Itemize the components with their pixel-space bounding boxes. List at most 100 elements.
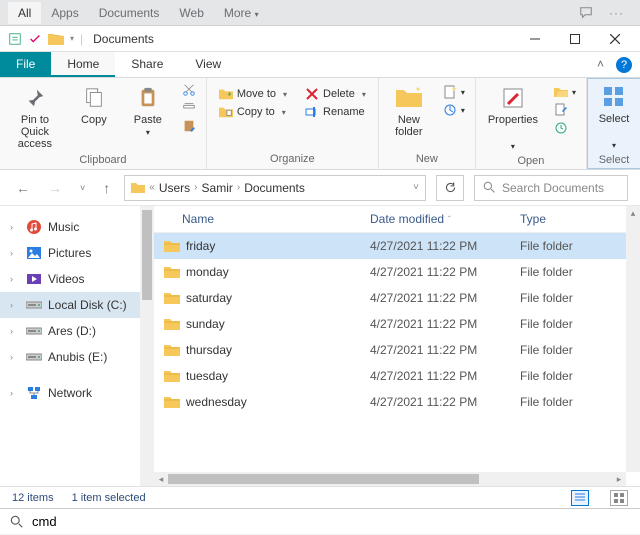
file-row[interactable]: saturday4/27/2021 11:22 PMFile folder	[154, 285, 640, 311]
expand-icon[interactable]: ›	[10, 274, 20, 284]
search-icon	[483, 181, 496, 194]
file-row[interactable]: tuesday4/27/2021 11:22 PMFile folder	[154, 363, 640, 389]
search-icon	[10, 515, 24, 529]
ribbon-collapse[interactable]: ˄	[589, 52, 612, 77]
content-area: ›Music›Pictures›Videos›Local Disk (C:)›A…	[0, 206, 640, 486]
up-button[interactable]: ↑	[99, 178, 114, 198]
sidebar-item[interactable]: ›Pictures	[0, 240, 154, 266]
scope-tab-all[interactable]: All	[8, 2, 41, 24]
search-input[interactable]	[32, 514, 630, 529]
file-row[interactable]: thursday4/27/2021 11:22 PMFile folder	[154, 337, 640, 363]
rename-button[interactable]: Rename	[301, 104, 370, 120]
expand-icon[interactable]: ›	[10, 352, 20, 362]
paste-button[interactable]: Paste▾	[124, 82, 172, 139]
breadcrumb-item[interactable]: Documents	[244, 181, 305, 195]
ribbon-tab-home[interactable]: Home	[51, 52, 115, 77]
file-hscrollbar[interactable]: ◂▸	[154, 472, 626, 486]
file-name: sunday	[186, 317, 370, 331]
minimize-button[interactable]	[518, 30, 552, 48]
copy-to-icon	[219, 105, 233, 119]
file-row[interactable]: sunday4/27/2021 11:22 PMFile folder	[154, 311, 640, 337]
qat-dropdown[interactable]: ▾	[70, 34, 74, 43]
file-type: File folder	[520, 239, 630, 253]
file-row[interactable]: wednesday4/27/2021 11:22 PMFile folder	[154, 389, 640, 415]
breadcrumb-item[interactable]: Samir	[202, 181, 233, 195]
open-button[interactable]: ▾	[550, 84, 580, 100]
thumbnails-view-button[interactable]	[610, 490, 628, 506]
expand-icon[interactable]: ›	[10, 388, 20, 398]
sidebar-scrollbar[interactable]	[140, 206, 154, 486]
scope-tab-more[interactable]: More ▾	[214, 2, 269, 24]
address-bar[interactable]: « Users › Samir › Documents ˅	[124, 175, 426, 201]
folder-icon	[164, 396, 182, 409]
help-button[interactable]: ?	[616, 57, 632, 73]
sidebar-item[interactable]: ›Network	[0, 380, 154, 406]
file-date: 4/27/2021 11:22 PM	[370, 317, 520, 331]
address-dropdown[interactable]: ˅	[413, 182, 419, 193]
scope-tab-documents[interactable]: Documents	[89, 2, 170, 24]
refresh-button[interactable]	[436, 175, 464, 201]
history-button[interactable]	[550, 120, 580, 136]
pin-to-quick-access-button[interactable]: Pin to Quick access	[6, 82, 64, 152]
ribbon-tab-file[interactable]: File	[0, 52, 51, 77]
details-view-button[interactable]	[571, 490, 589, 506]
overflow-menu[interactable]: ···	[601, 6, 632, 20]
music-icon	[26, 219, 42, 235]
easy-access-button[interactable]: ▾	[439, 102, 469, 118]
search-box[interactable]: Search Documents	[474, 175, 628, 201]
select-icon	[600, 83, 628, 111]
select-button[interactable]: Select▾	[590, 81, 638, 152]
new-folder-icon	[395, 84, 423, 112]
forward-button[interactable]: →	[44, 178, 66, 198]
file-row[interactable]: monday4/27/2021 11:22 PMFile folder	[154, 259, 640, 285]
file-type: File folder	[520, 369, 630, 383]
column-header-type[interactable]: Type	[520, 212, 630, 226]
properties-button[interactable]: Properties▾	[482, 82, 544, 153]
breadcrumb-item[interactable]: Users	[159, 181, 190, 195]
sidebar-item[interactable]: ›Ares (D:)	[0, 318, 154, 344]
file-vscrollbar[interactable]: ▴	[626, 206, 640, 472]
paste-icon	[134, 84, 162, 112]
scope-tab-apps[interactable]: Apps	[41, 2, 88, 24]
edit-button[interactable]	[550, 102, 580, 118]
folder-icon	[48, 32, 64, 46]
sidebar-item[interactable]: ›Videos	[0, 266, 154, 292]
copy-path-button[interactable]	[178, 100, 200, 116]
delete-button[interactable]: Delete	[301, 86, 370, 102]
qat-item-check[interactable]	[28, 32, 42, 46]
expand-icon[interactable]: ›	[10, 222, 20, 232]
paste-shortcut-icon	[182, 119, 196, 133]
expand-icon[interactable]: ›	[10, 248, 20, 258]
paste-shortcut-button[interactable]	[178, 118, 200, 134]
move-to-button[interactable]: Move to	[215, 86, 291, 102]
disk-icon	[26, 297, 42, 313]
sidebar-item[interactable]: ›Music	[0, 214, 154, 240]
expand-icon[interactable]: ›	[10, 300, 20, 310]
column-header-name[interactable]: Name	[182, 212, 370, 226]
ribbon-tab-share[interactable]: Share	[115, 52, 179, 77]
new-folder-button[interactable]: New folder	[385, 82, 433, 140]
qat-item-properties[interactable]	[8, 32, 22, 46]
feedback-icon[interactable]	[571, 6, 601, 20]
ribbon-group-label: Organize	[213, 151, 372, 167]
new-item-button[interactable]: ▾	[439, 84, 469, 100]
expand-icon[interactable]: ›	[10, 326, 20, 336]
file-row[interactable]: friday4/27/2021 11:22 PMFile folder	[154, 233, 640, 259]
sidebar-item[interactable]: ›Anubis (E:)	[0, 344, 154, 370]
ribbon-tab-view[interactable]: View	[179, 52, 237, 77]
sidebar-item[interactable]: ›Local Disk (C:)	[0, 292, 154, 318]
back-button[interactable]: ←	[12, 178, 34, 198]
maximize-button[interactable]	[558, 30, 592, 48]
history-icon	[554, 121, 568, 135]
cut-button[interactable]	[178, 82, 200, 98]
copy-button[interactable]: Copy	[70, 82, 118, 128]
scope-tab-web[interactable]: Web	[169, 2, 213, 24]
column-header-date[interactable]: Date modifiedˇ	[370, 212, 520, 226]
window-title: Documents	[93, 32, 154, 46]
file-date: 4/27/2021 11:22 PM	[370, 395, 520, 409]
copy-to-button[interactable]: Copy to	[215, 104, 291, 120]
close-button[interactable]	[598, 30, 632, 48]
recent-locations[interactable]: ˅	[76, 181, 89, 195]
folder-icon	[164, 292, 182, 305]
easy-access-icon	[443, 103, 457, 117]
